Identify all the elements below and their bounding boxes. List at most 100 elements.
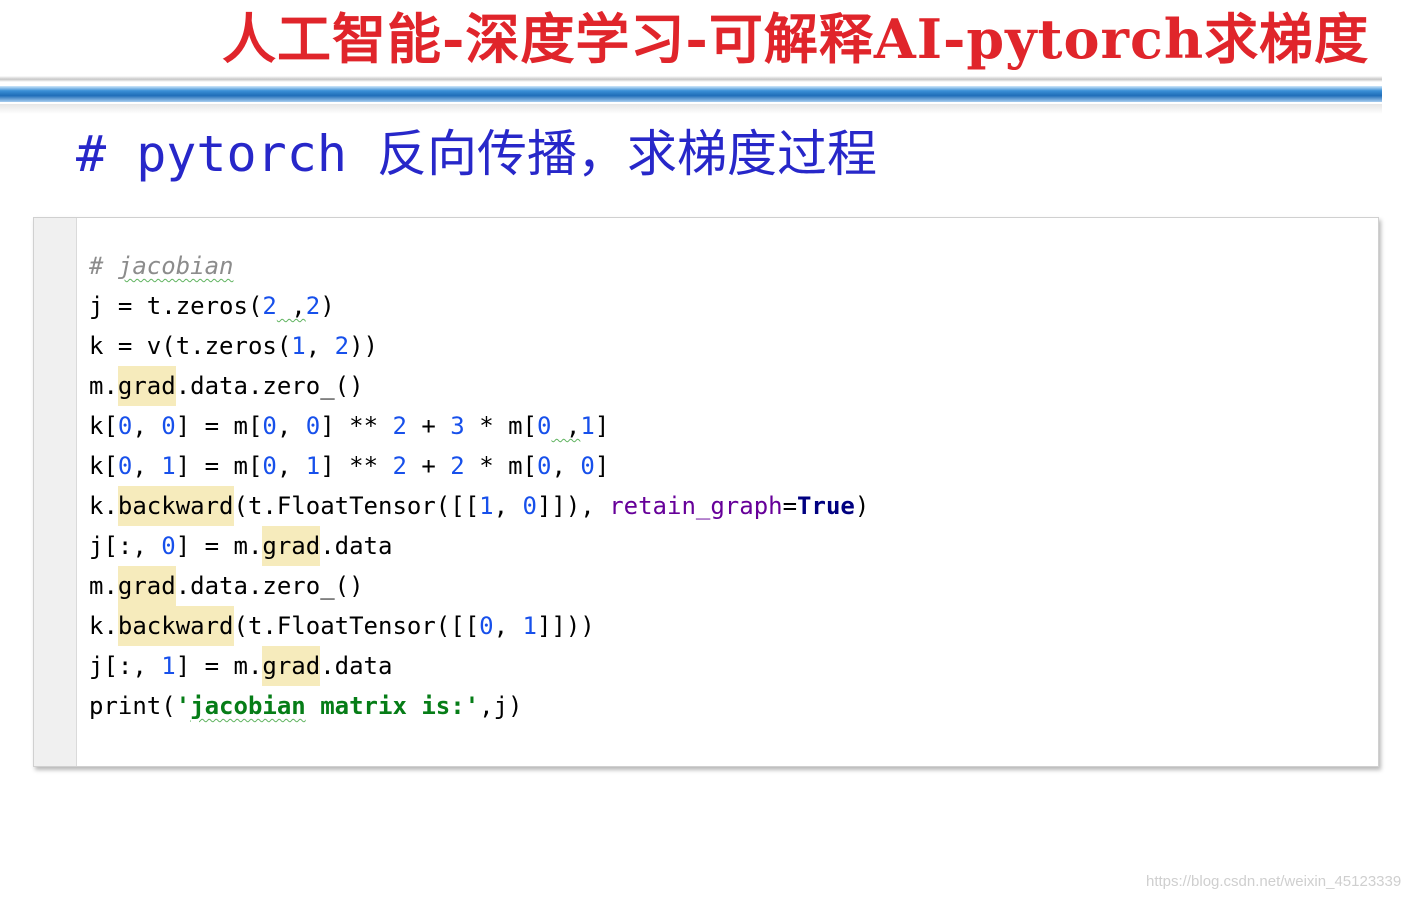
code-token: 0 [537,452,552,480]
code-token: k[ [89,452,118,480]
code-token: )) [349,332,379,360]
code-token: backward [117,606,234,646]
code-token: j = t.zeros( [89,292,263,320]
code-token: k[ [89,412,118,440]
code-token: .data.zero_() [175,572,364,600]
code-token: ' [175,692,191,720]
title-divider-shadow [0,104,1382,114]
code-token: k. [89,492,118,520]
code-token: k. [89,612,118,640]
code-line: # jacobian [89,246,869,286]
code-line: k.backward(t.FloatTensor([[0, 1]])) [89,606,869,646]
code-token: ] ** [320,412,393,440]
code-token: m. [89,372,118,400]
code-line: m.grad.data.zero_() [89,366,869,406]
code-block: # jacobian j = t.zeros(2 ,2) k = v(t.zeros… [89,246,869,726]
code-token: , [276,412,306,440]
code-token: ] = m[ [175,452,263,480]
code-token: 2 [392,412,407,440]
code-token: 2 [262,292,277,320]
code-token: .data [320,532,393,560]
code-token: grad [262,646,321,686]
code-token: , [551,412,581,440]
code-line: k.backward(t.FloatTensor([[1, 0]]), reta… [89,486,869,526]
code-token: , [493,492,523,520]
code-token: ] [594,412,610,440]
code-token: backward [117,486,234,526]
code-token: = [782,492,798,520]
code-token: 2 [392,452,407,480]
code-token: 0 [262,412,277,440]
code-token: , [132,452,162,480]
code-token: 3 [450,412,465,440]
code-token: 2 [450,452,465,480]
code-line: m.grad.data.zero_() [89,566,869,606]
section-heading: # pytorch 反向传播，求梯度过程 [76,125,878,183]
code-token: j[:, [89,652,162,680]
code-token: 0 [580,452,595,480]
code-token: (t.FloatTensor([[ [233,492,480,520]
code-token: 1 [291,332,306,360]
code-token: 1 [580,412,595,440]
code-token: ) [854,492,870,520]
code-line: k[0, 1] = m[0, 1] ** 2 + 2 * m[0, 0] [89,446,869,486]
code-token: , [276,452,306,480]
code-token: matrix is:' [305,692,480,720]
code-token: 0 [305,412,321,440]
code-editor-panel: # jacobian j = t.zeros(2 ,2) k = v(t.zeros… [33,217,1379,767]
code-token: + [406,412,451,440]
code-token: ]]), [536,492,610,520]
code-token: .data.zero_() [175,372,364,400]
code-token: 0 [537,412,552,440]
code-token: 0 [117,412,133,440]
code-token: retain_graph [609,492,783,520]
code-token: ]])) [536,612,595,640]
code-line: j[:, 1] = m.grad.data [89,646,869,686]
code-token: 1 [161,452,176,480]
code-token: , [551,452,581,480]
code-token: .data [320,652,393,680]
code-token: , [276,292,306,320]
code-token: 0 [522,492,537,520]
code-token: ] = m. [175,652,263,680]
code-token: 1 [479,492,494,520]
code-token: m. [89,572,118,600]
code-token: k = v(t.zeros( [89,332,292,360]
code-token: * m[ [464,412,537,440]
code-token: ] = m[ [175,412,263,440]
code-token: 0 [479,612,494,640]
code-line: k = v(t.zeros(1, 2)) [89,326,869,366]
code-token: , [132,412,162,440]
code-token: 0 [161,532,176,560]
code-line: j[:, 0] = m.grad.data [89,526,869,566]
code-line: j = t.zeros(2 ,2) [89,286,869,326]
code-token: 2 [334,332,350,360]
code-token: grad [117,366,176,406]
code-token: ] ** [320,452,393,480]
title-divider-blue [0,86,1382,102]
code-token: grad [117,566,176,606]
code-token: jacobian [190,692,306,720]
watermark: https://blog.csdn.net/weixin_45123339 [1146,873,1402,890]
code-token: grad [262,526,321,566]
code-token: # [89,252,118,280]
code-token: ,j) [479,692,523,720]
code-token: True [797,492,855,520]
code-token: * m[ [464,452,537,480]
code-token: 1 [305,452,321,480]
code-token: 2 [305,292,321,320]
title-divider-thin [0,76,1382,82]
code-token: + [406,452,451,480]
code-token: 0 [161,412,176,440]
code-token: (t.FloatTensor([[ [233,612,480,640]
code-line: k[0, 0] = m[0, 0] ** 2 + 3 * m[0 ,1] [89,406,869,446]
code-token: 0 [262,452,277,480]
slide-title: 人工智能-深度学习-可解释AI-pytorch求梯度 [222,7,1370,71]
editor-gutter [34,218,77,766]
code-token: 1 [161,652,176,680]
code-token: , [305,332,335,360]
code-token: j[:, [89,532,162,560]
code-token: 1 [522,612,537,640]
code-token: ) [320,292,335,320]
code-line: print('jacobian matrix is:',j) [89,686,869,726]
